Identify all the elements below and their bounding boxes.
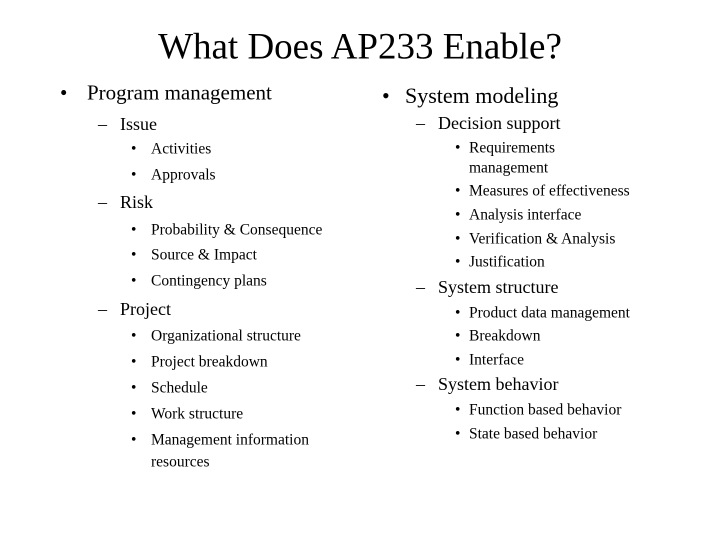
list-item: Breakdown <box>469 327 541 345</box>
list-item: Source & Impact <box>151 246 257 264</box>
list-item-continued: management <box>469 159 549 177</box>
list-item: Project breakdown <box>151 353 268 371</box>
bullet: • <box>455 139 461 157</box>
dash: – <box>416 374 425 395</box>
bullet: • <box>131 431 137 449</box>
list-item: Analysis interface <box>469 206 582 224</box>
list-item: Measures of effectiveness <box>469 182 630 200</box>
dash: – <box>98 192 107 213</box>
list-item: Verification & Analysis <box>469 230 616 248</box>
subheading-system-structure: System structure <box>438 277 559 298</box>
list-item: Management information <box>151 431 309 449</box>
bullet: • <box>131 166 137 184</box>
dash: – <box>416 277 425 298</box>
list-item: Interface <box>469 351 525 369</box>
dash: – <box>98 114 107 135</box>
dash: – <box>98 299 107 320</box>
list-item: Product data management <box>469 304 630 322</box>
list-item: Approvals <box>151 166 216 184</box>
bullet: • <box>455 401 461 419</box>
heading-program-management: Program management <box>87 80 272 105</box>
bullet: • <box>455 230 461 248</box>
bullet: • <box>455 351 461 369</box>
list-item: Work structure <box>151 405 244 423</box>
bullet: • <box>131 246 137 264</box>
list-item: Schedule <box>151 379 208 397</box>
list-item: Justification <box>469 253 545 271</box>
bullet: • <box>455 304 461 322</box>
subheading-risk: Risk <box>120 192 154 213</box>
bullet: • <box>455 425 461 443</box>
bullet: • <box>455 182 461 200</box>
list-item: Contingency plans <box>151 272 267 290</box>
bullet: • <box>131 221 137 239</box>
bullet: • <box>382 82 390 108</box>
bullet: • <box>455 206 461 224</box>
list-item: State based behavior <box>469 425 598 443</box>
list-item: Probability & Consequence <box>151 221 323 239</box>
list-item: Organizational structure <box>151 327 301 345</box>
heading-system-modeling: System modeling <box>405 82 559 108</box>
bullet: • <box>455 253 461 271</box>
bullet: • <box>131 379 137 397</box>
list-item: Activities <box>151 140 212 158</box>
bullet: • <box>131 353 137 371</box>
subheading-issue: Issue <box>120 114 157 135</box>
bullet: • <box>131 140 137 158</box>
slide-title: What Does AP233 Enable? <box>158 26 562 68</box>
list-item: Requirements <box>469 139 556 157</box>
subheading-system-behavior: System behavior <box>438 374 559 395</box>
bullet: • <box>455 327 461 345</box>
bullet: • <box>131 327 137 345</box>
bullet: • <box>131 405 137 423</box>
dash: – <box>416 113 425 134</box>
subheading-project: Project <box>120 299 171 320</box>
bullet: • <box>131 272 137 290</box>
subheading-decision-support: Decision support <box>438 113 561 134</box>
list-item: Function based behavior <box>469 401 622 419</box>
bullet: • <box>60 80 68 105</box>
list-item-continued: resources <box>151 453 210 471</box>
